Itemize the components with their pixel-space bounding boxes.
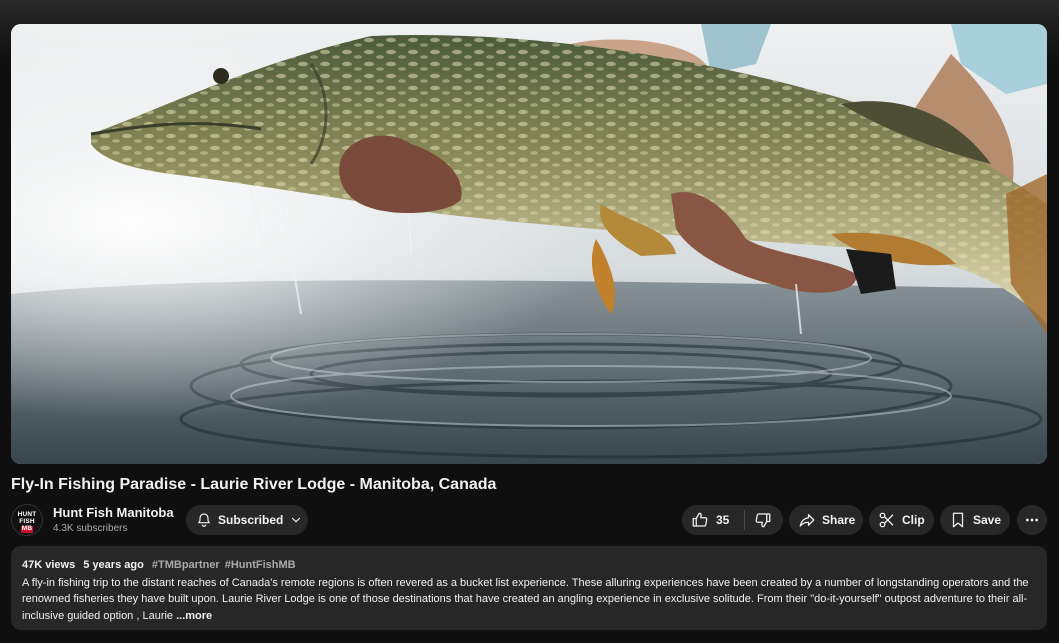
video-title: Fly-In Fishing Paradise - Laurie River L… xyxy=(11,476,497,493)
video-frame xyxy=(11,24,1047,464)
thumbs-down-icon[interactable] xyxy=(754,511,772,529)
chevron-down-icon xyxy=(292,517,301,523)
hashtag-tmbpartner[interactable]: #TMBpartner xyxy=(152,559,220,571)
show-more-link[interactable]: ...more xyxy=(176,610,212,622)
subscriber-count: 4.3K subscribers xyxy=(53,523,128,534)
share-label: Share xyxy=(822,513,856,527)
channel-avatar[interactable]: HUNT FISH MB xyxy=(11,504,43,536)
share-arrow-icon xyxy=(799,514,815,527)
channel-name[interactable]: Hunt Fish Manitoba xyxy=(53,505,174,520)
share-button[interactable]: Share xyxy=(789,505,863,535)
subscribed-button[interactable]: Subscribed xyxy=(186,505,308,535)
like-count[interactable]: 35 xyxy=(716,513,729,527)
description-body: A fly-in fishing trip to the distant rea… xyxy=(22,576,1029,622)
bookmark-icon xyxy=(952,512,964,528)
avatar-line-mb: MB xyxy=(20,525,34,533)
upload-age: 5 years ago xyxy=(83,559,144,571)
more-actions-button[interactable] xyxy=(1017,505,1047,535)
description-box[interactable]: 47K views 5 years ago #TMBpartner #HuntFi… xyxy=(11,546,1047,630)
video-player[interactable] xyxy=(11,24,1047,464)
clip-label: Clip xyxy=(902,513,925,527)
bell-icon xyxy=(198,513,210,527)
clip-button[interactable]: Clip xyxy=(869,505,934,535)
thumbs-up-icon[interactable] xyxy=(691,511,709,529)
description-text: A fly-in fishing trip to the distant rea… xyxy=(22,575,1036,625)
hashtag-huntfishmb[interactable]: #HuntFishMB xyxy=(225,559,296,571)
like-dislike-group: 35 xyxy=(682,505,783,535)
scissors-icon xyxy=(879,512,894,528)
watch-page: Fly-In Fishing Paradise - Laurie River L… xyxy=(0,0,1059,643)
save-button[interactable]: Save xyxy=(940,505,1010,535)
more-horizontal-icon xyxy=(1026,518,1038,522)
save-label: Save xyxy=(973,513,1002,527)
subscribed-label: Subscribed xyxy=(218,513,284,527)
owner-row: HUNT FISH MB Hunt Fish Manitoba 4.3K sub… xyxy=(11,503,1047,537)
like-divider xyxy=(744,510,746,530)
view-count: 47K views xyxy=(22,559,76,571)
description-meta: 47K views 5 years ago #TMBpartner #HuntFi… xyxy=(22,557,1036,574)
